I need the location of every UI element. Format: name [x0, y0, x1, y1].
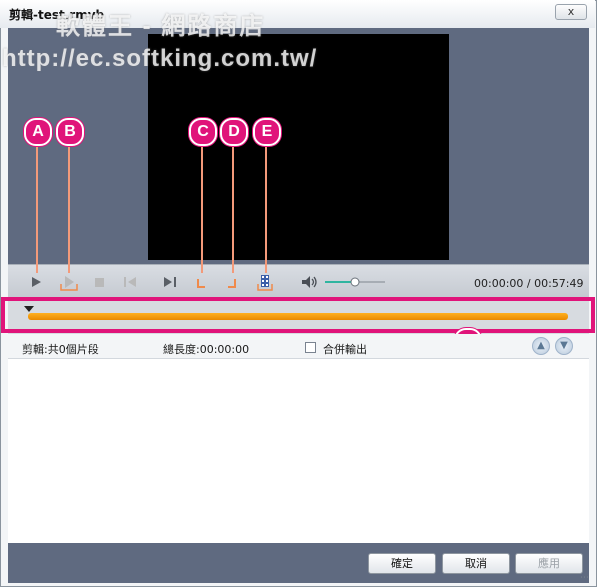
merge-output-label: 合併輸出 [323, 343, 367, 356]
close-button[interactable]: x [555, 4, 587, 20]
previous-frame-icon[interactable] [123, 276, 137, 288]
callout-leader-d [232, 143, 234, 273]
volume-icon[interactable] [301, 275, 319, 289]
ok-button[interactable]: 確定 [368, 553, 436, 574]
arrow-up-icon: ▲ [537, 340, 545, 351]
total-length: 總長度:00:00:00 [163, 343, 250, 356]
resize-grip-icon[interactable]: ⋯ [580, 573, 589, 583]
mark-end-icon[interactable] [226, 277, 238, 289]
volume-slider[interactable] [324, 276, 386, 288]
video-preview [148, 34, 449, 260]
move-down-button[interactable]: ▼ [555, 337, 573, 355]
play-segment-icon[interactable] [59, 274, 79, 292]
cancel-button[interactable]: 取消 [442, 553, 510, 574]
next-frame-icon[interactable] [163, 276, 177, 288]
film-clip-icon[interactable] [256, 274, 274, 292]
segment-list[interactable] [8, 359, 589, 543]
time-readout: 00:00:00 / 00:57:49 [474, 277, 584, 290]
current-time: 00:00:00 [474, 277, 524, 290]
mark-start-icon[interactable] [195, 277, 207, 289]
callout-leader-a [36, 143, 38, 273]
stop-icon[interactable] [94, 277, 105, 288]
merge-output-checkbox[interactable] [305, 342, 316, 353]
playhead-marker[interactable] [24, 306, 34, 312]
callout-leader-e [265, 143, 267, 273]
callout-leader-b [68, 143, 70, 273]
total-time: 00:57:49 [534, 277, 584, 290]
segment-count: 剪輯:共0個片段 [22, 343, 99, 356]
arrow-down-icon: ▼ [560, 340, 568, 351]
callout-e: E [253, 118, 281, 146]
title-bar[interactable]: 剪輯-test.rmvb x [0, 0, 595, 28]
timeline-track[interactable] [28, 313, 568, 320]
callout-d: D [220, 118, 248, 146]
callout-b: B [56, 118, 84, 146]
callout-leader-c [201, 143, 203, 273]
callout-c: C [189, 118, 217, 146]
play-icon[interactable] [30, 276, 42, 288]
apply-button[interactable]: 應用 [515, 553, 583, 574]
move-up-button[interactable]: ▲ [532, 337, 550, 355]
window-title: 剪輯-test.rmvb [9, 8, 105, 22]
time-separator: / [523, 277, 535, 290]
callout-a: A [24, 118, 52, 146]
